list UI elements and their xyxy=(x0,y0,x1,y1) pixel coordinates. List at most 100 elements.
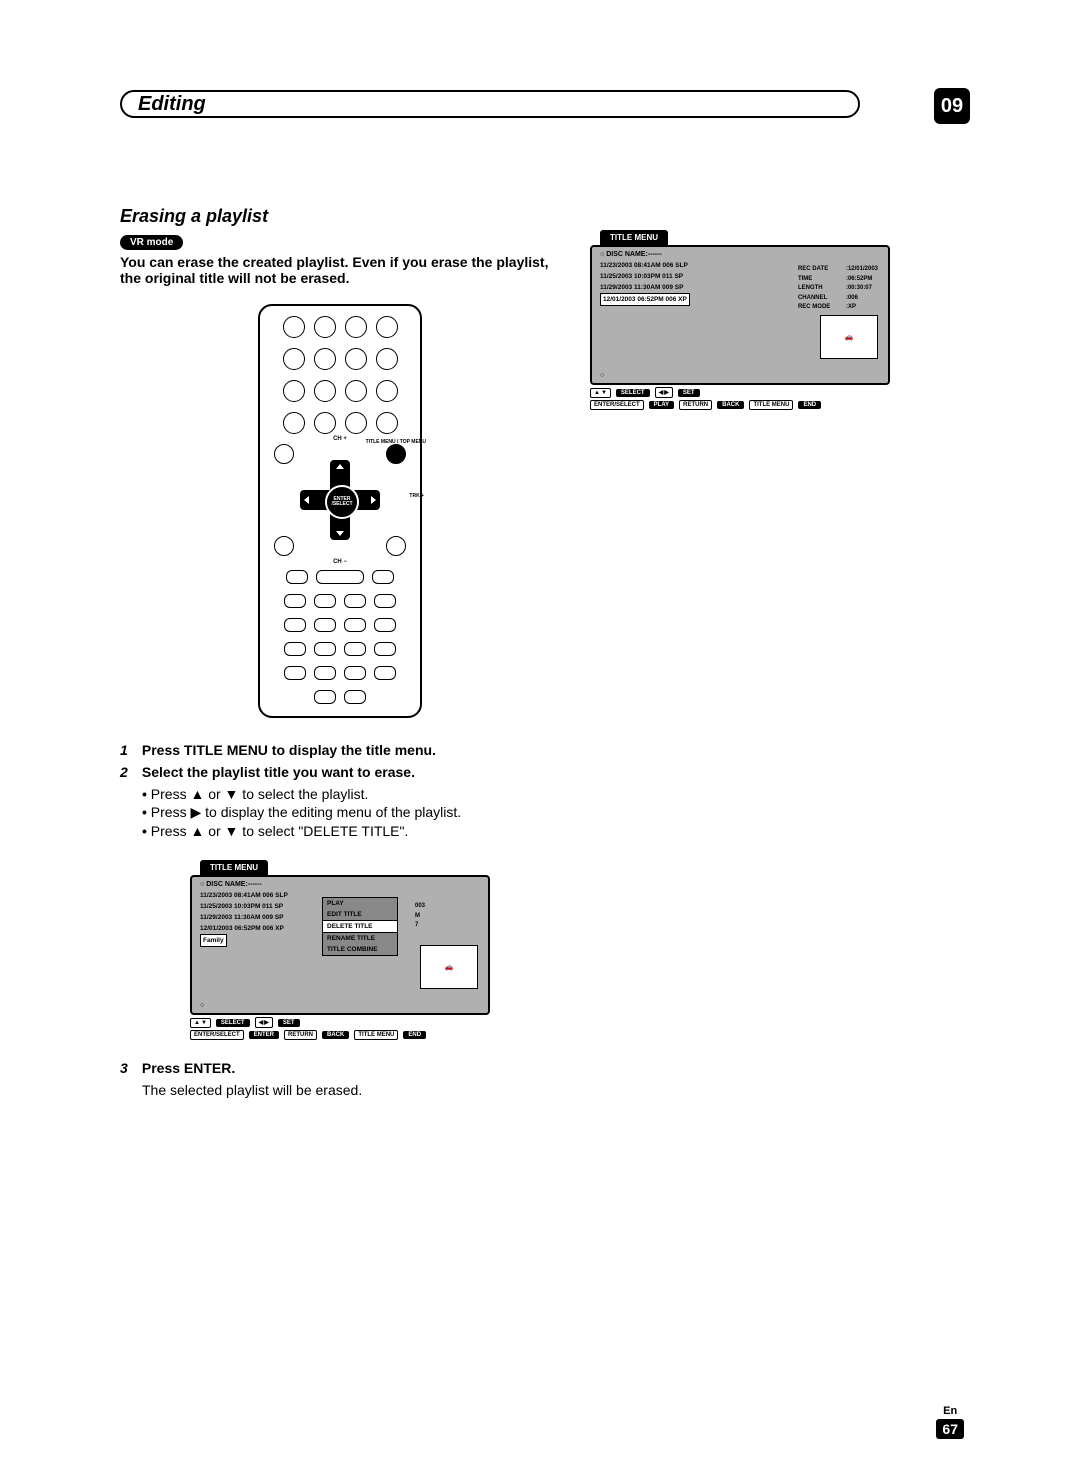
step-3-desc: The selected playlist will be erased. xyxy=(142,1082,560,1098)
title-menu-label: TITLE MENU xyxy=(600,230,668,245)
remote-pill-button xyxy=(344,618,366,632)
remote-button xyxy=(376,380,398,402)
lang-label: En xyxy=(936,1405,964,1417)
right-column: TITLE MENU DISC NAME:------ 11/23/2003 0… xyxy=(590,227,970,410)
step-2-sub-a: Press ▲ or ▼ to select the playlist. xyxy=(142,786,560,802)
page-footer: En 67 xyxy=(936,1405,964,1439)
submenu-side-values: 003 M 7 xyxy=(415,902,425,931)
remote-button xyxy=(345,380,367,402)
remote-button xyxy=(376,412,398,434)
dpad: ENTER /SELECT xyxy=(300,460,380,540)
title-menu-label: TITLE MENU xyxy=(200,860,268,875)
remote-pill-button xyxy=(286,570,308,584)
bottom-bar: ▲▼ SELECT ◀▶ SET xyxy=(190,1017,490,1028)
section-header-pill: Editing xyxy=(120,90,860,118)
remote-pill-button xyxy=(314,690,336,704)
intro-text: You can erase the created playlist. Even… xyxy=(120,254,560,286)
remote-button xyxy=(283,380,305,402)
remote-pill-button xyxy=(284,642,306,656)
bottom-bar: ▲▼ SELECT ◀▶ SET xyxy=(590,387,890,398)
step-1: 1 Press TITLE MENU to display the title … xyxy=(120,742,560,758)
vr-mode-badge: VR mode xyxy=(120,235,183,250)
info-key: REC MODE xyxy=(798,303,846,313)
remote-pill-button xyxy=(344,642,366,656)
step-2-sub-c: Press ▲ or ▼ to select "DELETE TITLE". xyxy=(142,823,560,839)
info-key: CHANNEL xyxy=(798,294,846,304)
select-label: SELECT xyxy=(616,389,650,397)
dpad-area: TITLE MENU / TOP MENU CH + CH − TRK + EN… xyxy=(260,440,420,560)
bottom-bar-2: ENTER/SELECT PLAY RETURN BACK TITLE MENU… xyxy=(590,400,890,410)
title-menu-icon: TITLE MENU xyxy=(749,400,793,410)
title-menu-panel-left: TITLE MENU DISC NAME:------ 11/23/2003 0… xyxy=(190,857,490,1040)
ch-plus-label: CH + xyxy=(333,436,347,442)
return-icon: RETURN xyxy=(284,1030,317,1040)
remote-pill-button xyxy=(372,570,394,584)
up-arrow-icon xyxy=(336,464,344,469)
remote-button xyxy=(283,316,305,338)
left-arrow-icon xyxy=(304,496,309,504)
select-label: SELECT xyxy=(216,1019,250,1027)
instruction-steps: 1 Press TITLE MENU to display the title … xyxy=(120,742,560,839)
remote-button xyxy=(376,316,398,338)
remote-diagram: TITLE MENU / TOP MENU CH + CH − TRK + EN… xyxy=(120,304,560,718)
thumbnail-preview: 🚗 xyxy=(420,945,478,989)
remote-corner-button xyxy=(274,444,294,464)
side-val: M xyxy=(415,912,425,922)
section-title: Erasing a playlist xyxy=(120,206,970,227)
step-number: 1 xyxy=(120,742,138,758)
remote-button xyxy=(314,316,336,338)
submenu-item: PLAY xyxy=(323,898,397,909)
page: Editing 09 Erasing a playlist VR mode Yo… xyxy=(0,0,1080,1475)
thumbnail-preview: 🚗 xyxy=(820,315,878,359)
remote-button xyxy=(314,412,336,434)
title-menu-label: TITLE MENU / TOP MENU xyxy=(366,440,426,445)
remote-button xyxy=(345,316,367,338)
step-3: 3 Press ENTER. xyxy=(120,1060,560,1076)
disc-name-label: DISC NAME:------ xyxy=(200,881,476,888)
back-label: BACK xyxy=(717,401,744,409)
info-key: TIME xyxy=(798,275,846,285)
end-label: END xyxy=(403,1031,426,1039)
info-val: :06:52PM xyxy=(846,276,872,282)
submenu-item: EDIT TITLE xyxy=(323,909,397,920)
trk-label: TRK + xyxy=(409,493,424,499)
step-number: 3 xyxy=(120,1060,138,1076)
remote-button xyxy=(314,348,336,370)
back-label: BACK xyxy=(322,1031,349,1039)
remote-pill-button xyxy=(284,618,306,632)
remote-corner-button xyxy=(386,536,406,556)
disc-name-label: DISC NAME:------ xyxy=(600,251,876,258)
submenu-item: TITLE COMBINE xyxy=(323,944,397,955)
updown-icon: ▲▼ xyxy=(190,1018,211,1028)
remote-button xyxy=(345,348,367,370)
remote-pill-button xyxy=(316,570,364,584)
submenu-item: RENAME TITLE xyxy=(323,933,397,944)
return-icon: RETURN xyxy=(679,400,712,410)
play-label: PLAY xyxy=(649,401,674,409)
info-time: TIME:06:52PM xyxy=(798,275,878,285)
set-label: SET xyxy=(278,1019,300,1027)
ch-minus-label: CH − xyxy=(333,559,347,565)
list-end-marker xyxy=(600,372,604,379)
info-val: :00:30:07 xyxy=(846,285,872,291)
remote-button xyxy=(376,348,398,370)
step-text: Press TITLE MENU to display the title me… xyxy=(142,742,436,758)
remote-pill-button xyxy=(314,618,336,632)
remote-body: TITLE MENU / TOP MENU CH + CH − TRK + EN… xyxy=(258,304,422,718)
side-val: 7 xyxy=(415,921,425,931)
leftright-icon: ◀▶ xyxy=(655,387,673,398)
remote-pill-button xyxy=(374,642,396,656)
step-number: 2 xyxy=(120,764,138,780)
remote-pill-button xyxy=(344,690,366,704)
title-info-panel: REC DATE:12/01/2003 TIME:06:52PM LENGTH:… xyxy=(798,265,878,313)
step-text: Select the playlist title you want to er… xyxy=(142,764,415,780)
info-val: :12/01/2003 xyxy=(846,266,878,272)
chapter-badge: 09 xyxy=(934,88,970,124)
remote-pill-button xyxy=(344,666,366,680)
remote-button xyxy=(314,380,336,402)
side-val: 003 xyxy=(415,902,425,912)
leftright-icon: ◀▶ xyxy=(255,1017,273,1028)
enter-select-icon: ENTER/SELECT xyxy=(190,1030,244,1040)
info-key: LENGTH xyxy=(798,284,846,294)
submenu-item-selected: DELETE TITLE xyxy=(322,920,398,933)
